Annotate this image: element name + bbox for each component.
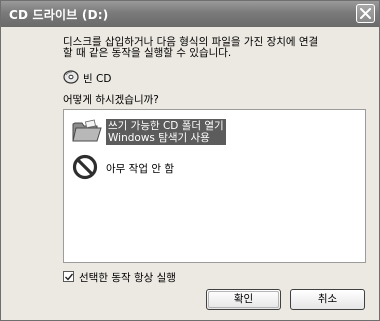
checkmark-icon [65,273,73,281]
blank-cd-icon [63,70,79,84]
option-2-label: 아무 작업 안 함 [106,163,174,175]
folder-icon [72,119,102,142]
title-bar[interactable]: CD 드라이브 (D:) [1,1,379,27]
option-open-writable-folder[interactable]: 쓰기 가능한 CD 폴더 열기 Windows 탐색기 사용 [68,117,358,149]
window-title: CD 드라이브 (D:) [9,8,109,22]
dialog-body: 디스크를 삽입하거나 다음 형식의 파일을 가진 장치에 연결 할 때 같은 동… [1,27,379,320]
ok-button-label: 확인 [208,291,279,308]
action-list[interactable]: 쓰기 가능한 CD 폴더 열기 Windows 탐색기 사용 아무 작업 안 함 [63,109,366,263]
no-action-icon [72,154,98,180]
option-1-line-2: Windows 탐색기 사용 [108,132,210,144]
content-type-label: 빈 CD [83,73,112,85]
ok-button[interactable]: 확인 [206,289,281,310]
close-icon [360,8,371,19]
description-line-2: 할 때 같은 동작을 실행할 수 있습니다. [63,47,232,59]
option-take-no-action[interactable]: 아무 작업 안 함 [68,153,358,181]
cd-drive-dialog: CD 드라이브 (D:) 디스크를 삽입하거나 다음 형식의 파일을 가진 장치… [0,0,380,321]
action-question: 어떻게 하시겠습니까? [63,94,159,106]
close-button[interactable] [356,4,375,23]
dialog-description: 디스크를 삽입하거나 다음 형식의 파일을 가진 장치에 연결 할 때 같은 동… [63,37,363,59]
always-do-label: 선택한 동작 항상 실행 [79,272,176,284]
option-open-writable-folder-label: 쓰기 가능한 CD 폴더 열기 Windows 탐색기 사용 [106,119,226,145]
always-do-checkbox[interactable] [63,271,74,282]
option-1-line-1: 쓰기 가능한 CD 폴더 열기 [108,120,224,132]
cancel-button[interactable]: 취소 [290,289,365,310]
